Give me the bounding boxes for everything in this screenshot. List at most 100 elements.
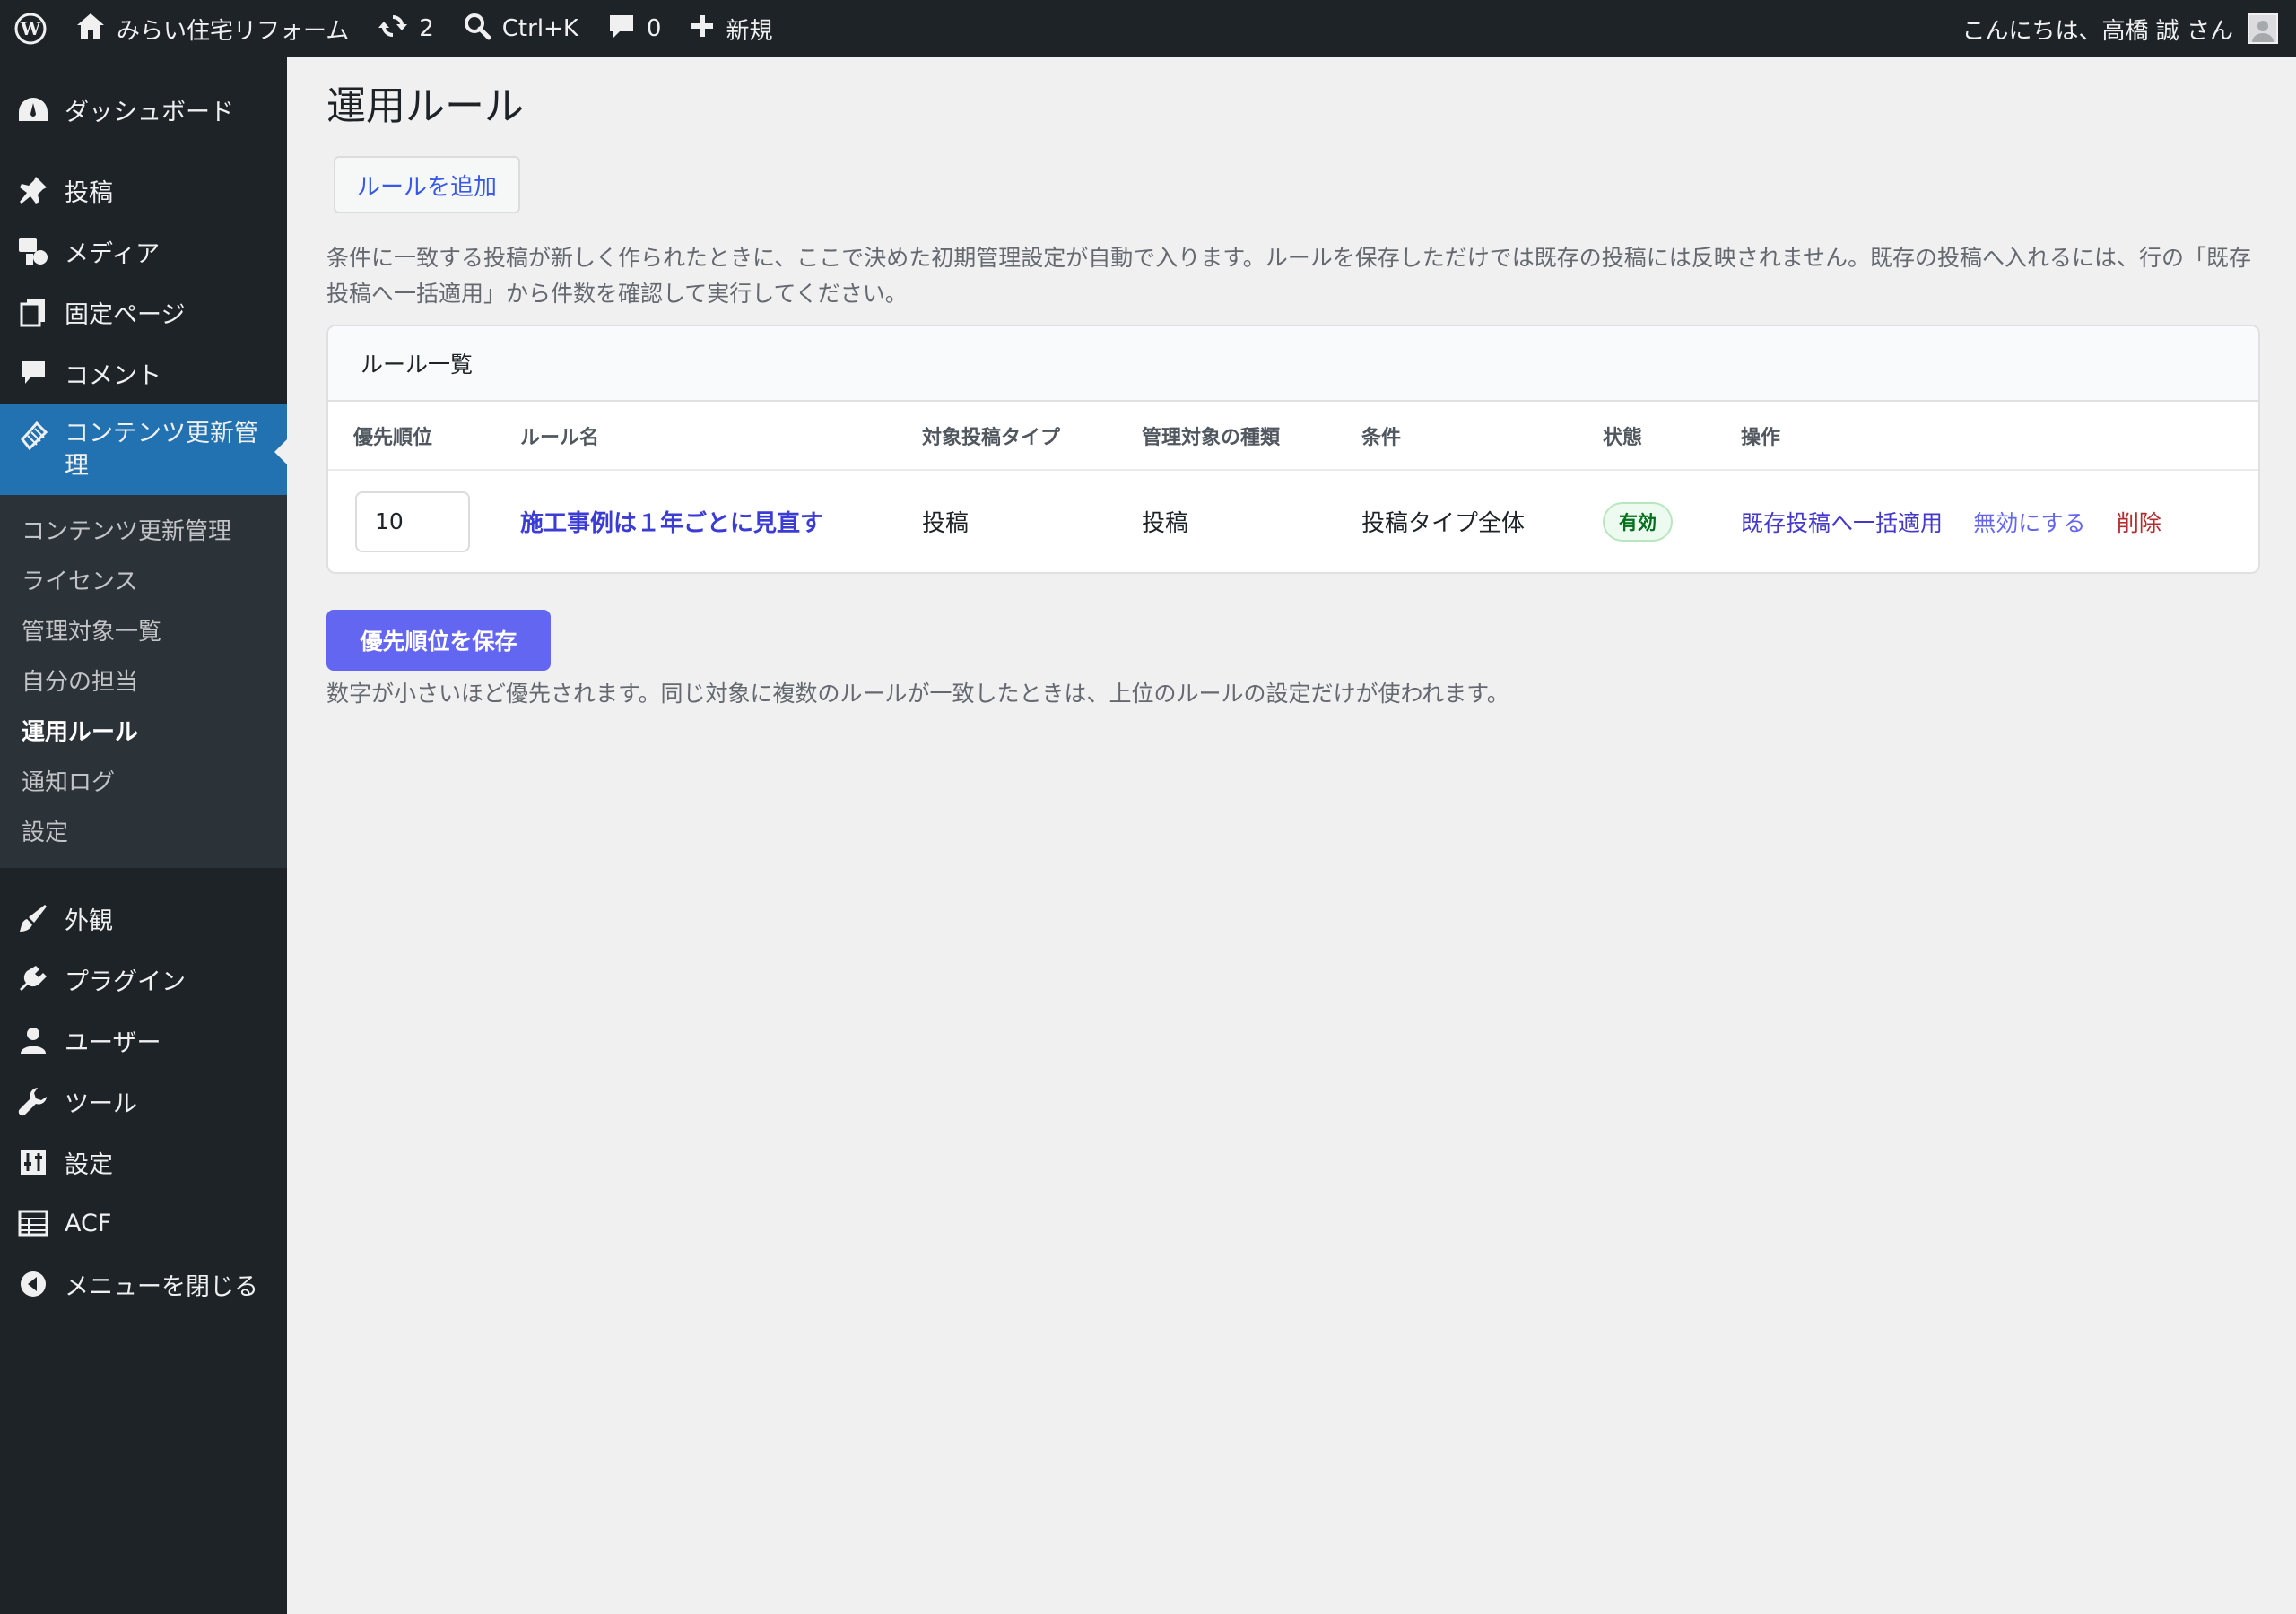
pin-icon (16, 173, 50, 207)
rules-card-title: ルール一覧 (328, 326, 2258, 402)
clipboard-icon (16, 418, 50, 452)
menu-dashboard[interactable]: ダッシュボード (0, 79, 287, 140)
menu-pages[interactable]: 固定ページ (0, 282, 287, 343)
menu-acf-label: ACF (65, 1209, 112, 1237)
wrench-icon (16, 1084, 50, 1118)
greeting: こんにちは、高橋 誠 さん (1961, 17, 2233, 45)
disable-link[interactable]: 無効にする (1973, 510, 2085, 536)
submenu-managed-list[interactable]: 管理対象一覧 (0, 604, 287, 655)
menu-plugins-label: プラグイン (65, 968, 186, 996)
status-cell: 有効 (1603, 470, 1741, 572)
plugin-icon (16, 962, 50, 996)
collapse-arrow-icon (16, 1267, 50, 1301)
table-row: 10 施工事例は１年ごとに見直す 投稿 投稿 投稿タイプ全体 有効 既存投稿へ一… (328, 470, 2258, 572)
priority-cell: 10 (328, 470, 520, 572)
rule-name-link[interactable]: 施工事例は１年ごとに見直す (520, 510, 823, 537)
menu-appearance-label: 外観 (65, 907, 113, 935)
col-priority: 優先順位 (328, 402, 520, 471)
updates-count: 2 (419, 15, 434, 42)
main-content: 運用ルール ルールを追加 条件に一致する投稿が新しく作られたときに、ここで決めた… (326, 57, 2260, 708)
updates-link[interactable]: 2 (363, 0, 448, 57)
menu-pages-label: 固定ページ (65, 300, 186, 329)
new-content-link[interactable]: 新規 (675, 0, 787, 57)
page-description: 条件に一致する投稿が新しく作られたときに、ここで決めた初期管理設定が自動で入りま… (326, 245, 2252, 307)
menu-tools-label: ツール (65, 1089, 137, 1118)
collapse-menu-label: メニューを閉じる (65, 1272, 258, 1301)
search-icon (463, 12, 491, 47)
menu-dashboard-label: ダッシュボード (65, 98, 234, 126)
submenu-content-update[interactable]: コンテンツ更新管理 (0, 504, 287, 554)
submenu-my-assignments[interactable]: 自分の担当 (0, 655, 287, 705)
priority-note: 数字が小さいほど優先されます。同じ対象に複数のルールが一致したときは、上位のルー… (326, 681, 1509, 707)
table-header-row: 優先順位 ルール名 対象投稿タイプ 管理対象の種類 条件 状態 操作 (328, 402, 2258, 471)
comments-link[interactable]: 0 (593, 0, 676, 57)
pages-icon (16, 295, 50, 329)
menu-comments[interactable]: コメント (0, 343, 287, 404)
home-icon (75, 12, 106, 47)
menu-users-label: ユーザー (65, 1028, 161, 1057)
admin-sidebar: ダッシュボード 投稿 メディア 固定ページ コメント コンテンツ更新管理 コンテ… (0, 57, 287, 1614)
submenu-operation-rules[interactable]: 運用ルール (0, 705, 287, 755)
media-icon (16, 234, 50, 268)
menu-users[interactable]: ユーザー (0, 1010, 287, 1071)
submenu-license[interactable]: ライセンス (0, 554, 287, 604)
menu-posts-label: 投稿 (65, 178, 113, 207)
comments-icon (16, 356, 50, 390)
col-condition: 条件 (1361, 402, 1603, 471)
menu-acf[interactable]: ACF (0, 1193, 287, 1254)
menu-plugins[interactable]: プラグイン (0, 949, 287, 1010)
search-shortcut-label: Ctrl+K (501, 15, 578, 42)
dashboard-icon (16, 92, 50, 126)
svg-text:W: W (20, 18, 41, 39)
add-rule-button[interactable]: ルールを追加 (334, 156, 521, 213)
save-priority-button[interactable]: 優先順位を保存 (326, 610, 551, 671)
priority-input[interactable]: 10 (355, 490, 470, 552)
post-type-cell: 投稿 (922, 510, 970, 537)
page-title: 運用ルール (326, 83, 524, 129)
menu-tools[interactable]: ツール (0, 1071, 287, 1132)
menu-media-label: メディア (65, 239, 161, 268)
rules-table: 優先順位 ルール名 対象投稿タイプ 管理対象の種類 条件 状態 操作 10 施工… (328, 402, 2258, 572)
comments-count: 0 (646, 15, 662, 42)
menu-content-update-label: コンテンツ更新管理 (65, 420, 258, 480)
menu-appearance[interactable]: 外観 (0, 888, 287, 949)
comment-bubble-icon (607, 12, 636, 47)
menu-settings-label: 設定 (65, 1150, 113, 1179)
updates-icon (378, 11, 408, 48)
condition-cell: 投稿タイプ全体 (1361, 510, 1526, 537)
col-target-kind: 管理対象の種類 (1142, 402, 1361, 471)
bulk-apply-link[interactable]: 既存投稿へ一括適用 (1741, 510, 1943, 536)
table-grid-icon (16, 1206, 50, 1240)
status-badge: 有効 (1603, 501, 1673, 542)
actions-cell: 既存投稿へ一括適用 無効にする 削除 (1741, 470, 2258, 572)
brush-icon (16, 901, 50, 935)
delete-link[interactable]: 削除 (2117, 510, 2161, 536)
user-icon (16, 1023, 50, 1057)
rule-name-cell: 施工事例は１年ごとに見直す (520, 470, 922, 572)
menu-comments-label: コメント (65, 361, 161, 390)
collapse-menu-button[interactable]: メニューを閉じる (0, 1254, 287, 1315)
col-rule-name: ルール名 (520, 402, 922, 471)
rules-card: ルール一覧 優先順位 ルール名 対象投稿タイプ 管理対象の種類 条件 状態 操作… (326, 325, 2260, 574)
target-kind-cell: 投稿 (1142, 510, 1189, 537)
new-label: 新規 (726, 17, 773, 45)
menu-content-update[interactable]: コンテンツ更新管理 (0, 404, 287, 495)
menu-posts[interactable]: 投稿 (0, 160, 287, 221)
col-post-type: 対象投稿タイプ (922, 402, 1142, 471)
avatar[interactable] (2248, 13, 2278, 44)
site-name: みらい住宅リフォーム (117, 17, 350, 45)
menu-settings[interactable]: 設定 (0, 1132, 287, 1193)
submenu-settings[interactable]: 設定 (0, 805, 287, 855)
sliders-icon (16, 1145, 50, 1179)
admin-bar: W みらい住宅リフォーム 2 Ctrl+K 0 新規 こんにちは、高橋 誠 さん (0, 0, 2296, 57)
content-update-submenu: コンテンツ更新管理 ライセンス 管理対象一覧 自分の担当 運用ルール 通知ログ … (0, 495, 287, 868)
plus-icon (690, 13, 715, 45)
wordpress-logo-icon[interactable]: W (0, 0, 61, 57)
search-shortcut[interactable]: Ctrl+K (448, 0, 593, 57)
col-status: 状態 (1603, 402, 1741, 471)
account-menu[interactable]: こんにちは、高橋 誠 さん (1961, 13, 2296, 46)
col-actions: 操作 (1741, 402, 2258, 471)
submenu-notification-log[interactable]: 通知ログ (0, 755, 287, 805)
site-name-link[interactable]: みらい住宅リフォーム (61, 0, 363, 57)
menu-media[interactable]: メディア (0, 221, 287, 282)
